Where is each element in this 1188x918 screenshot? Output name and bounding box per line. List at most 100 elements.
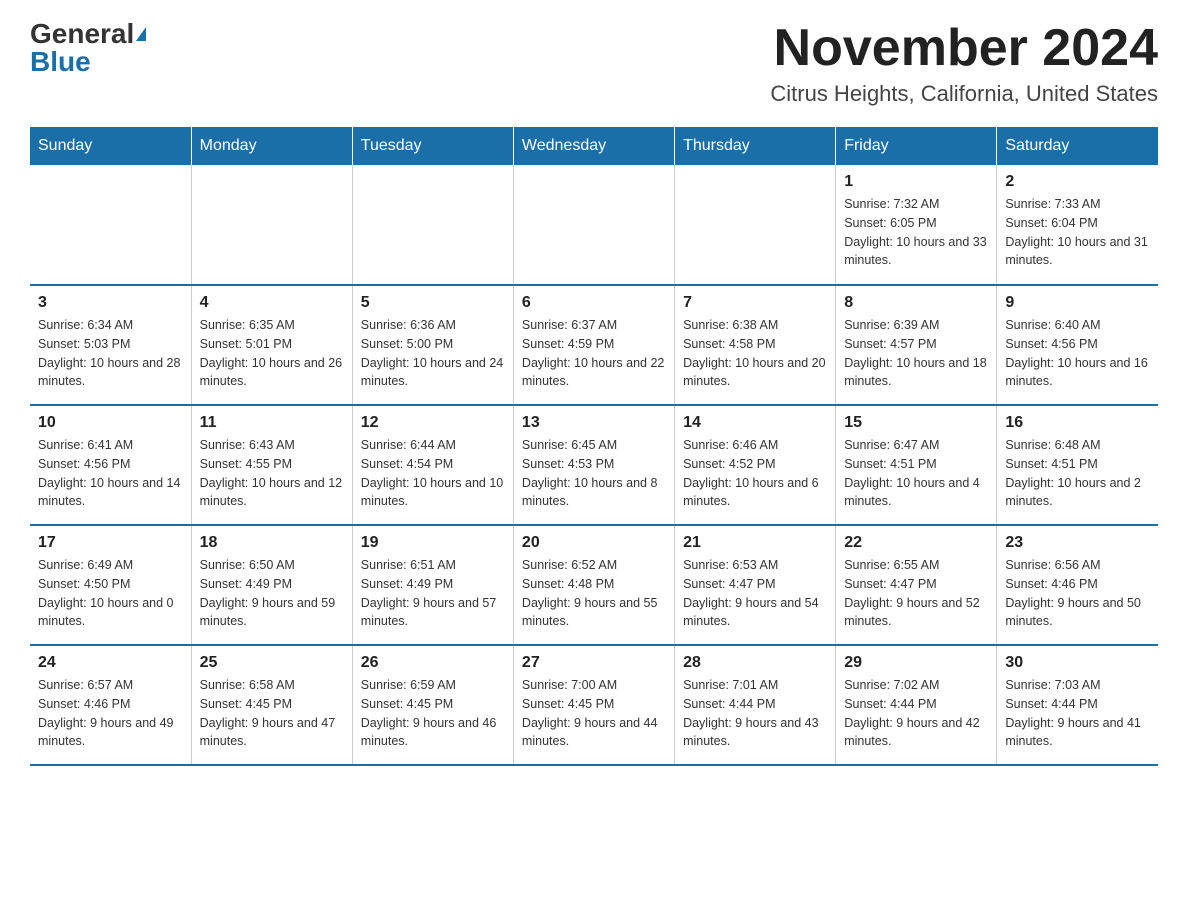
calendar-title: November 2024 (770, 20, 1158, 77)
day-number: 16 (1005, 414, 1150, 432)
header-sunday: Sunday (30, 127, 191, 165)
day-number: 11 (200, 414, 344, 432)
calendar-cell: 16 Sunrise: 6:48 AMSunset: 4:51 PMDayligh… (997, 405, 1158, 525)
day-number: 10 (38, 414, 183, 432)
header-thursday: Thursday (675, 127, 836, 165)
day-number: 3 (38, 294, 183, 312)
calendar-cell: 20 Sunrise: 6:52 AMSunset: 4:48 PMDayligh… (513, 525, 674, 645)
day-number: 17 (38, 534, 183, 552)
day-number: 27 (522, 654, 666, 672)
day-info: Sunrise: 6:38 AMSunset: 4:58 PMDaylight:… (683, 316, 827, 391)
header-tuesday: Tuesday (352, 127, 513, 165)
day-number: 26 (361, 654, 505, 672)
day-info: Sunrise: 7:02 AMSunset: 4:44 PMDaylight:… (844, 676, 988, 751)
calendar-cell: 11 Sunrise: 6:43 AMSunset: 4:55 PMDayligh… (191, 405, 352, 525)
day-info: Sunrise: 6:37 AMSunset: 4:59 PMDaylight:… (522, 316, 666, 391)
header-friday: Friday (836, 127, 997, 165)
day-number: 1 (844, 173, 988, 191)
logo-triangle-icon (136, 27, 146, 41)
day-info: Sunrise: 6:36 AMSunset: 5:00 PMDaylight:… (361, 316, 505, 391)
day-number: 9 (1005, 294, 1150, 312)
day-number: 14 (683, 414, 827, 432)
day-number: 22 (844, 534, 988, 552)
day-info: Sunrise: 6:43 AMSunset: 4:55 PMDaylight:… (200, 436, 344, 511)
header-saturday: Saturday (997, 127, 1158, 165)
day-info: Sunrise: 7:33 AMSunset: 6:04 PMDaylight:… (1005, 195, 1150, 270)
day-number: 24 (38, 654, 183, 672)
day-number: 4 (200, 294, 344, 312)
header-row: SundayMondayTuesdayWednesdayThursdayFrid… (30, 127, 1158, 165)
calendar-cell: 26 Sunrise: 6:59 AMSunset: 4:45 PMDayligh… (352, 645, 513, 765)
calendar-cell (675, 165, 836, 285)
day-number: 8 (844, 294, 988, 312)
calendar-cell: 12 Sunrise: 6:44 AMSunset: 4:54 PMDayligh… (352, 405, 513, 525)
logo-general: General (30, 20, 134, 48)
day-number: 19 (361, 534, 505, 552)
calendar-week-row: 3Sunrise: 6:34 AMSunset: 5:03 PMDaylight… (30, 285, 1158, 405)
day-info: Sunrise: 6:58 AMSunset: 4:45 PMDaylight:… (200, 676, 344, 751)
calendar-cell (30, 165, 191, 285)
day-number: 12 (361, 414, 505, 432)
header-wednesday: Wednesday (513, 127, 674, 165)
calendar-week-row: 24 Sunrise: 6:57 AMSunset: 4:46 PMDayligh… (30, 645, 1158, 765)
calendar-cell: 5Sunrise: 6:36 AMSunset: 5:00 PMDaylight… (352, 285, 513, 405)
calendar-cell: 2 Sunrise: 7:33 AMSunset: 6:04 PMDaylight… (997, 165, 1158, 285)
day-number: 2 (1005, 173, 1150, 191)
day-info: Sunrise: 6:52 AMSunset: 4:48 PMDaylight:… (522, 556, 666, 631)
day-info: Sunrise: 6:51 AMSunset: 4:49 PMDaylight:… (361, 556, 505, 631)
calendar-header: SundayMondayTuesdayWednesdayThursdayFrid… (30, 127, 1158, 165)
calendar-cell: 23Sunrise: 6:56 AMSunset: 4:46 PMDayligh… (997, 525, 1158, 645)
calendar-cell: 29 Sunrise: 7:02 AMSunset: 4:44 PMDayligh… (836, 645, 997, 765)
calendar-cell: 13 Sunrise: 6:45 AMSunset: 4:53 PMDayligh… (513, 405, 674, 525)
day-info: Sunrise: 6:55 AMSunset: 4:47 PMDaylight:… (844, 556, 988, 631)
logo-blue: Blue (30, 48, 91, 76)
day-info: Sunrise: 6:35 AMSunset: 5:01 PMDaylight:… (200, 316, 344, 391)
day-info: Sunrise: 6:47 AMSunset: 4:51 PMDaylight:… (844, 436, 988, 511)
day-number: 18 (200, 534, 344, 552)
calendar-cell: 24 Sunrise: 6:57 AMSunset: 4:46 PMDayligh… (30, 645, 191, 765)
calendar-cell: 14 Sunrise: 6:46 AMSunset: 4:52 PMDayligh… (675, 405, 836, 525)
day-number: 25 (200, 654, 344, 672)
day-number: 29 (844, 654, 988, 672)
day-number: 21 (683, 534, 827, 552)
calendar-week-row: 1 Sunrise: 7:32 AMSunset: 6:05 PMDaylight… (30, 165, 1158, 285)
day-number: 15 (844, 414, 988, 432)
day-info: Sunrise: 6:49 AMSunset: 4:50 PMDaylight:… (38, 556, 183, 631)
day-info: Sunrise: 6:46 AMSunset: 4:52 PMDaylight:… (683, 436, 827, 511)
calendar-cell: 27Sunrise: 7:00 AMSunset: 4:45 PMDayligh… (513, 645, 674, 765)
day-number: 23 (1005, 534, 1150, 552)
day-info: Sunrise: 6:40 AMSunset: 4:56 PMDaylight:… (1005, 316, 1150, 391)
calendar-cell: 10 Sunrise: 6:41 AMSunset: 4:56 PMDayligh… (30, 405, 191, 525)
day-info: Sunrise: 7:01 AMSunset: 4:44 PMDaylight:… (683, 676, 827, 751)
header-monday: Monday (191, 127, 352, 165)
day-info: Sunrise: 7:32 AMSunset: 6:05 PMDaylight:… (844, 195, 988, 270)
calendar-cell: 8Sunrise: 6:39 AMSunset: 4:57 PMDaylight… (836, 285, 997, 405)
day-number: 30 (1005, 654, 1150, 672)
day-number: 28 (683, 654, 827, 672)
day-info: Sunrise: 6:48 AMSunset: 4:51 PMDaylight:… (1005, 436, 1150, 511)
calendar-cell: 6Sunrise: 6:37 AMSunset: 4:59 PMDaylight… (513, 285, 674, 405)
day-info: Sunrise: 6:44 AMSunset: 4:54 PMDaylight:… (361, 436, 505, 511)
calendar-cell: 22 Sunrise: 6:55 AMSunset: 4:47 PMDayligh… (836, 525, 997, 645)
day-number: 13 (522, 414, 666, 432)
calendar-cell: 15 Sunrise: 6:47 AMSunset: 4:51 PMDayligh… (836, 405, 997, 525)
day-number: 20 (522, 534, 666, 552)
calendar-cell (352, 165, 513, 285)
day-info: Sunrise: 6:59 AMSunset: 4:45 PMDaylight:… (361, 676, 505, 751)
calendar-cell: 17 Sunrise: 6:49 AMSunset: 4:50 PMDayligh… (30, 525, 191, 645)
calendar-table: SundayMondayTuesdayWednesdayThursdayFrid… (30, 127, 1158, 766)
day-info: Sunrise: 6:57 AMSunset: 4:46 PMDaylight:… (38, 676, 183, 751)
day-number: 7 (683, 294, 827, 312)
calendar-cell: 1 Sunrise: 7:32 AMSunset: 6:05 PMDaylight… (836, 165, 997, 285)
page-header: General Blue November 2024 Citrus Height… (30, 20, 1158, 107)
calendar-week-row: 10 Sunrise: 6:41 AMSunset: 4:56 PMDayligh… (30, 405, 1158, 525)
calendar-cell: 30 Sunrise: 7:03 AMSunset: 4:44 PMDayligh… (997, 645, 1158, 765)
day-info: Sunrise: 6:50 AMSunset: 4:49 PMDaylight:… (200, 556, 344, 631)
calendar-cell: 4 Sunrise: 6:35 AMSunset: 5:01 PMDaylight… (191, 285, 352, 405)
day-info: Sunrise: 7:03 AMSunset: 4:44 PMDaylight:… (1005, 676, 1150, 751)
day-info: Sunrise: 6:45 AMSunset: 4:53 PMDaylight:… (522, 436, 666, 511)
day-info: Sunrise: 6:41 AMSunset: 4:56 PMDaylight:… (38, 436, 183, 511)
calendar-cell: 21Sunrise: 6:53 AMSunset: 4:47 PMDayligh… (675, 525, 836, 645)
logo: General Blue (30, 20, 146, 76)
calendar-cell: 18 Sunrise: 6:50 AMSunset: 4:49 PMDayligh… (191, 525, 352, 645)
